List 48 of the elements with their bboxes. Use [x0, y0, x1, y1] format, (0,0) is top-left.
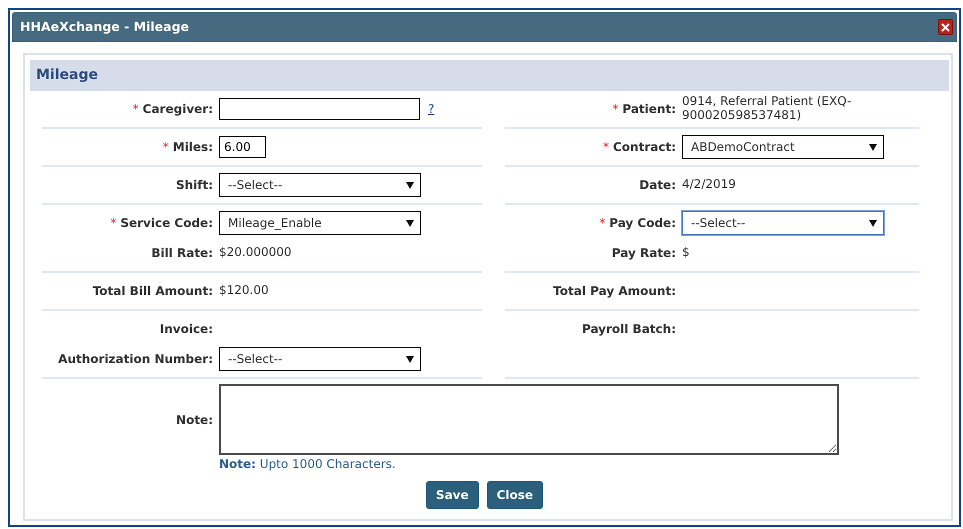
caret-icon [406, 182, 414, 188]
field-value: $20.000000 [219, 246, 292, 260]
field-label: Pay Rate: [612, 246, 676, 260]
required-mark: * [612, 102, 618, 116]
required-mark: * [110, 216, 116, 230]
save-button[interactable]: Save [426, 481, 479, 509]
section-header: Mileage [30, 60, 949, 91]
field-label: Bill Rate: [151, 246, 213, 260]
caret-icon [406, 220, 414, 226]
required-mark: * [162, 140, 169, 154]
text-field[interactable]: 6.00 [219, 136, 266, 158]
caret-icon [406, 356, 414, 362]
field-label: Total Bill Amount: [92, 284, 213, 298]
field-label: Shift: [176, 178, 213, 192]
window-title: HHAeXchange - Mileage [20, 18, 190, 36]
required-mark: * [132, 102, 139, 116]
text-field[interactable] [219, 98, 420, 120]
field-value: $120.00 [219, 284, 269, 298]
note-hint: Note: Upto 1000 Characters. [219, 456, 397, 473]
field-label: Pay Code: [609, 216, 676, 230]
field-label: Date: [639, 178, 676, 192]
field-label: Patient: [622, 102, 676, 116]
dropdown[interactable]: --Select-- [682, 211, 884, 235]
field-label: Invoice: [160, 322, 213, 336]
close-button[interactable]: Close [486, 481, 544, 509]
required-mark: * [599, 216, 606, 230]
dropdown[interactable]: --Select-- [219, 347, 421, 371]
field-label: Total Pay Amount: [553, 284, 676, 298]
close-button[interactable] [938, 19, 953, 35]
field-label: Note: [175, 412, 213, 428]
dropdown[interactable]: Mileage_Enable [219, 211, 421, 235]
note-field[interactable] [219, 384, 839, 455]
required-mark: * [603, 140, 609, 154]
field-label: Service Code: [120, 216, 213, 230]
field-label: Authorization Number: [58, 352, 213, 366]
field-value: $ [682, 246, 690, 260]
field-label: Caregiver: [142, 102, 213, 116]
caret-icon [869, 220, 877, 226]
field-label: Contract: [613, 140, 676, 154]
field-label: Miles: [172, 140, 213, 154]
field-label: Payroll Batch: [582, 322, 676, 336]
field-value: 4/2/2019 [682, 178, 736, 192]
field-value: 0914, Referral Patient (EXQ-900020598537481) [682, 95, 852, 123]
caret-icon [869, 144, 877, 150]
help-link[interactable]: ? [428, 100, 434, 118]
close-icon [941, 22, 950, 32]
dropdown[interactable]: --Select-- [219, 173, 421, 197]
dropdown[interactable]: ABDemoContract [682, 135, 884, 159]
